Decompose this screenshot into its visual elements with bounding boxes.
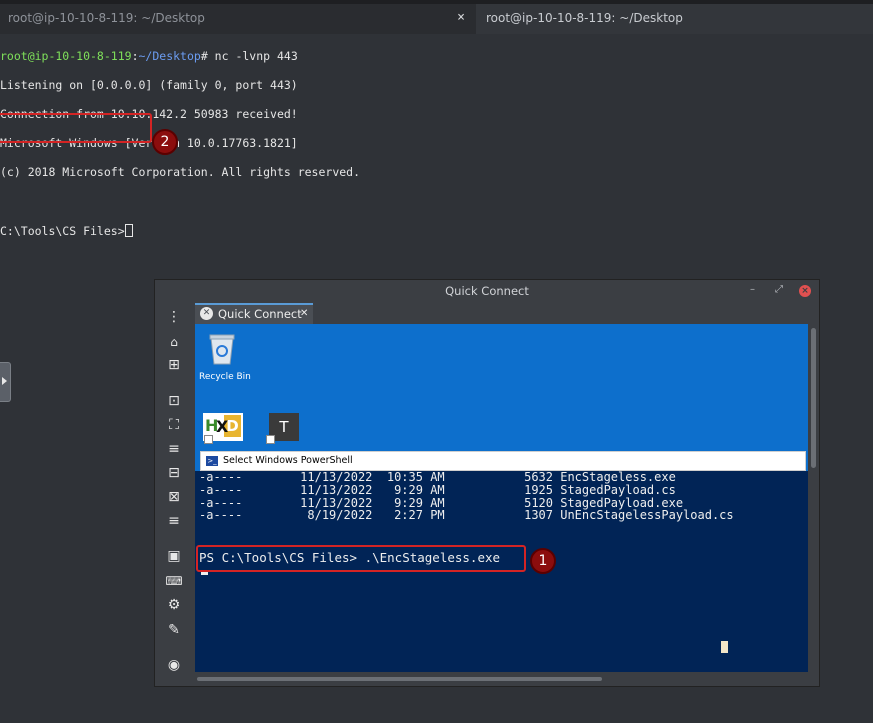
powershell-file-listing: -a---- 11/13/2022 10:35 AM 5632 EncStage… xyxy=(199,471,734,522)
fullscreen-icon[interactable]: ⛶ xyxy=(164,416,184,434)
quick-connect-tabstrip: ✕ Quick Connect ✕ xyxy=(193,302,819,324)
terminal-tab-bar: root@ip-10-10-8-119: ~/Desktop × root@ip… xyxy=(0,0,873,34)
prompt-path: ~/Desktop xyxy=(139,49,201,63)
vertical-scrollbar[interactable] xyxy=(810,324,817,672)
menu-kebab-icon[interactable]: ⋮ xyxy=(164,308,184,326)
new-window-icon[interactable]: ⊞ xyxy=(164,356,184,374)
tab-label: root@ip-10-10-8-119: ~/Desktop xyxy=(8,11,205,25)
terminal-cursor xyxy=(125,224,133,237)
fit-screen-icon[interactable]: ⊡ xyxy=(164,392,184,410)
prompt-end: # xyxy=(201,49,215,63)
quick-connect-toolbar: ⋮ ⌂ ⊞ ⊡ ⛶ ≡ ⊟ ⊠ ≡ ▣ ⌨ ⚙ ✎ ◉ xyxy=(155,302,193,686)
recycle-bin-graphic xyxy=(207,332,237,366)
listing-row: -a---- 11/13/2022 10:35 AM 5632 EncStage… xyxy=(199,471,734,484)
minimize-button[interactable]: – xyxy=(750,284,755,295)
terminal-line: Listening on [0.0.0.0] (family 0, port 4… xyxy=(0,78,360,93)
wrench-icon[interactable]: ✎ xyxy=(164,621,184,639)
recycle-bin-icon[interactable] xyxy=(207,332,237,366)
list-icon[interactable]: ≡ xyxy=(164,440,184,458)
mouse-cursor-block xyxy=(721,641,728,653)
highlight-box-2 xyxy=(0,113,152,143)
terminal-line: (c) 2018 Microsoft Corporation. All righ… xyxy=(0,165,360,180)
restore-button[interactable]: ⤢ xyxy=(775,284,783,295)
terminal-output[interactable]: root@ip-10-10-8-119:~/Desktop# nc -lvnp … xyxy=(0,34,360,253)
camera-icon[interactable]: ◉ xyxy=(164,656,184,674)
terminal-command: nc -lvnp 443 xyxy=(215,49,298,63)
expand-icon[interactable]: ⊠ xyxy=(164,488,184,506)
shrink-icon[interactable]: ⊟ xyxy=(164,464,184,482)
prompt-user: root@ip-10-10-8-119 xyxy=(0,49,132,63)
window-title: Quick Connect xyxy=(155,280,819,302)
prompt-separator: : xyxy=(132,49,139,63)
powershell-icon: >_ xyxy=(206,456,218,466)
hxd-x-glyph: X xyxy=(216,417,228,436)
tab-close-icon[interactable]: × xyxy=(454,4,468,34)
shortcut-arrow-icon xyxy=(266,435,275,444)
powershell-title: Select Windows PowerShell xyxy=(223,452,353,470)
tab-close-icon[interactable]: ✕ xyxy=(300,305,308,323)
arrow-right-icon xyxy=(2,377,7,385)
screenshot-window-icon[interactable]: ▣ xyxy=(164,547,184,565)
terminal-tab-2[interactable]: root@ip-10-10-8-119: ~/Desktop xyxy=(476,4,873,34)
listing-row: -a---- 11/13/2022 9:29 AM 1925 StagedPay… xyxy=(199,484,734,497)
keyboard-icon[interactable]: ⌨ xyxy=(164,572,184,590)
connection-icon: ✕ xyxy=(200,307,213,320)
home-icon[interactable]: ⌂ xyxy=(164,333,184,351)
shell-prompt-line: C:\Tools\CS Files> xyxy=(0,224,360,239)
annotation-badge-1: 1 xyxy=(530,548,556,574)
shell-prompt: C:\Tools\CS Files> xyxy=(0,224,125,238)
terminal-command-line: root@ip-10-10-8-119:~/Desktop# nc -lvnp … xyxy=(0,49,360,64)
powershell-titlebar[interactable]: >_ Select Windows PowerShell xyxy=(200,451,806,471)
tab-label: root@ip-10-10-8-119: ~/Desktop xyxy=(486,11,683,25)
annotation-badge-2: 2 xyxy=(152,129,178,155)
terminal-tab-1[interactable]: root@ip-10-10-8-119: ~/Desktop xyxy=(0,4,476,34)
remote-desktop-view[interactable]: Recycle Bin H D X T >_ Select Windows Po… xyxy=(195,324,808,672)
highlight-box-1 xyxy=(196,545,526,572)
side-panel-handle[interactable] xyxy=(0,362,11,402)
powershell-cursor xyxy=(201,572,208,575)
listing-row: -a---- 8/19/2022 2:27 PM 1307 UnEncStage… xyxy=(199,509,734,522)
scrollbar-thumb[interactable] xyxy=(197,677,602,681)
tab-quick-connect[interactable]: ✕ Quick Connect ✕ xyxy=(195,303,313,324)
terminal-blank-line xyxy=(0,195,360,210)
tab-label: Quick Connect xyxy=(218,305,302,323)
recycle-bin-label: Recycle Bin xyxy=(199,372,251,382)
horizontal-scrollbar[interactable] xyxy=(195,676,808,682)
list-icon[interactable]: ≡ xyxy=(164,512,184,530)
scrollbar-thumb[interactable] xyxy=(811,328,816,468)
settings-icon[interactable]: ⚙ xyxy=(164,596,184,614)
shortcut-arrow-icon xyxy=(204,435,213,444)
close-window-button[interactable]: × xyxy=(799,285,811,297)
